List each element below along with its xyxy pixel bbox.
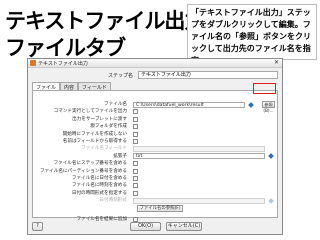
option-row: 日付の時間形式を指定する bbox=[33, 190, 277, 197]
option-row: ファイル名にステップ番号を含める bbox=[33, 160, 277, 167]
option-checkbox[interactable] bbox=[133, 109, 138, 115]
filename-input[interactable]: C:\Users\datafuel_work\result bbox=[133, 101, 245, 108]
option-checkbox[interactable] bbox=[133, 131, 138, 137]
step-name-row: ステップ名 テキストファイル出力 bbox=[28, 70, 282, 80]
option-label: コマンド実行としてファイルを出力 bbox=[53, 109, 127, 115]
close-icon[interactable]: ✕ bbox=[274, 59, 279, 67]
option-label: 親フォルダを作成 bbox=[90, 124, 127, 130]
option-row: ファイル名に日付を含める bbox=[33, 175, 277, 182]
filename-field-label: ファイル名フィールド bbox=[81, 146, 127, 152]
callout-note: 「テキストファイル出力」ステップをダブルクリックして編集。ファイル名の「参照」ボ… bbox=[187, 4, 317, 65]
option-checkbox[interactable] bbox=[133, 138, 138, 144]
dropdown-icon bbox=[268, 197, 274, 204]
option-row: コマンド実行としてファイルを出力 bbox=[33, 108, 277, 115]
ok-button[interactable]: OK(O) bbox=[130, 222, 161, 231]
dialog-buttons: ? OK(O) キャンセル(C) bbox=[28, 221, 282, 234]
option-label: 日付の時間形式を指定する bbox=[71, 190, 127, 196]
option-row: 開始時にファイルを作成しない bbox=[33, 131, 277, 138]
option-checkbox[interactable] bbox=[133, 190, 138, 196]
option-label: 開始時にファイルを作成しない bbox=[62, 131, 127, 137]
cancel-button[interactable]: キャンセル(C) bbox=[166, 222, 202, 231]
variable-icon bbox=[268, 153, 274, 160]
tab-file[interactable]: ファイル bbox=[32, 82, 61, 91]
text-file-output-dialog: テキストファイル出力 ✕ ステップ名 テキストファイル出力 ファイル 内容 フィール… bbox=[27, 58, 283, 235]
date-format-select[interactable] bbox=[133, 197, 265, 204]
option-checkbox[interactable] bbox=[133, 116, 138, 122]
dialog-title: テキストファイル出力 bbox=[38, 61, 88, 67]
filename-field-row: ファイル名フィールド bbox=[33, 145, 277, 152]
tab-bar: ファイル 内容 フィールド bbox=[28, 82, 282, 91]
date-format-label: 日付時刻形式 bbox=[99, 198, 127, 204]
option-label: ファイル名にステップ番号を含める bbox=[53, 161, 127, 167]
file-tab-panel: ファイル名 C:\Users\datafuel_work\result 参照(B… bbox=[32, 90, 278, 223]
option-checkbox[interactable] bbox=[133, 124, 138, 130]
step-name-label: ステップ名 bbox=[107, 73, 133, 79]
heading-line1: テキストファイル出力 bbox=[5, 9, 205, 33]
filename-label: ファイル名 bbox=[104, 102, 127, 107]
step-name-input[interactable]: テキストファイル出力 bbox=[138, 71, 278, 79]
show-filenames-button[interactable]: ファイル名の参照(F) bbox=[137, 205, 183, 213]
show-filenames-row: ファイル名の参照(F) bbox=[33, 204, 277, 213]
extension-input[interactable]: txt bbox=[133, 153, 265, 160]
tab-content[interactable]: 内容 bbox=[60, 82, 79, 91]
option-label: 名前はフィールドから取得する bbox=[62, 138, 127, 144]
heading-line2: ファイルタブ bbox=[5, 36, 126, 60]
option-row: 名前はフィールドから取得する bbox=[33, 138, 277, 145]
browse-button[interactable]: 参照(B)... bbox=[262, 101, 275, 113]
help-button[interactable]: ? bbox=[32, 222, 43, 231]
option-row: 出力をサーブレットに渡す bbox=[33, 116, 277, 123]
option-row: 親フォルダを作成 bbox=[33, 123, 277, 130]
filename-row: ファイル名 C:\Users\datafuel_work\result 参照(B… bbox=[33, 101, 277, 113]
dialog-titlebar: テキストファイル出力 ✕ bbox=[28, 59, 282, 68]
option-row: ファイル名に時刻を含める bbox=[33, 182, 277, 189]
date-format-row: 日付時刻形式 bbox=[33, 197, 277, 204]
option-checkbox[interactable] bbox=[133, 161, 138, 167]
highlight-box bbox=[253, 83, 276, 94]
option-label: ファイル名に日付を含める bbox=[71, 175, 127, 181]
tab-fields[interactable]: フィールド bbox=[78, 82, 111, 91]
option-checkbox[interactable] bbox=[133, 183, 138, 189]
app-icon bbox=[30, 60, 36, 66]
extension-label: 拡張子 bbox=[113, 153, 127, 159]
option-checkbox[interactable] bbox=[133, 175, 138, 181]
option-label: ファイル名にパーティション番号を含める bbox=[39, 168, 127, 174]
filename-field-select[interactable] bbox=[133, 145, 265, 152]
option-label: ファイル名に時刻を含める bbox=[71, 183, 127, 189]
variable-icon bbox=[248, 101, 254, 108]
option-label: 出力をサーブレットに渡す bbox=[72, 116, 127, 122]
option-checkbox[interactable] bbox=[133, 168, 138, 174]
extension-row: 拡張子 txt bbox=[33, 153, 277, 160]
option-row: ファイル名にパーティション番号を含める bbox=[33, 168, 277, 175]
